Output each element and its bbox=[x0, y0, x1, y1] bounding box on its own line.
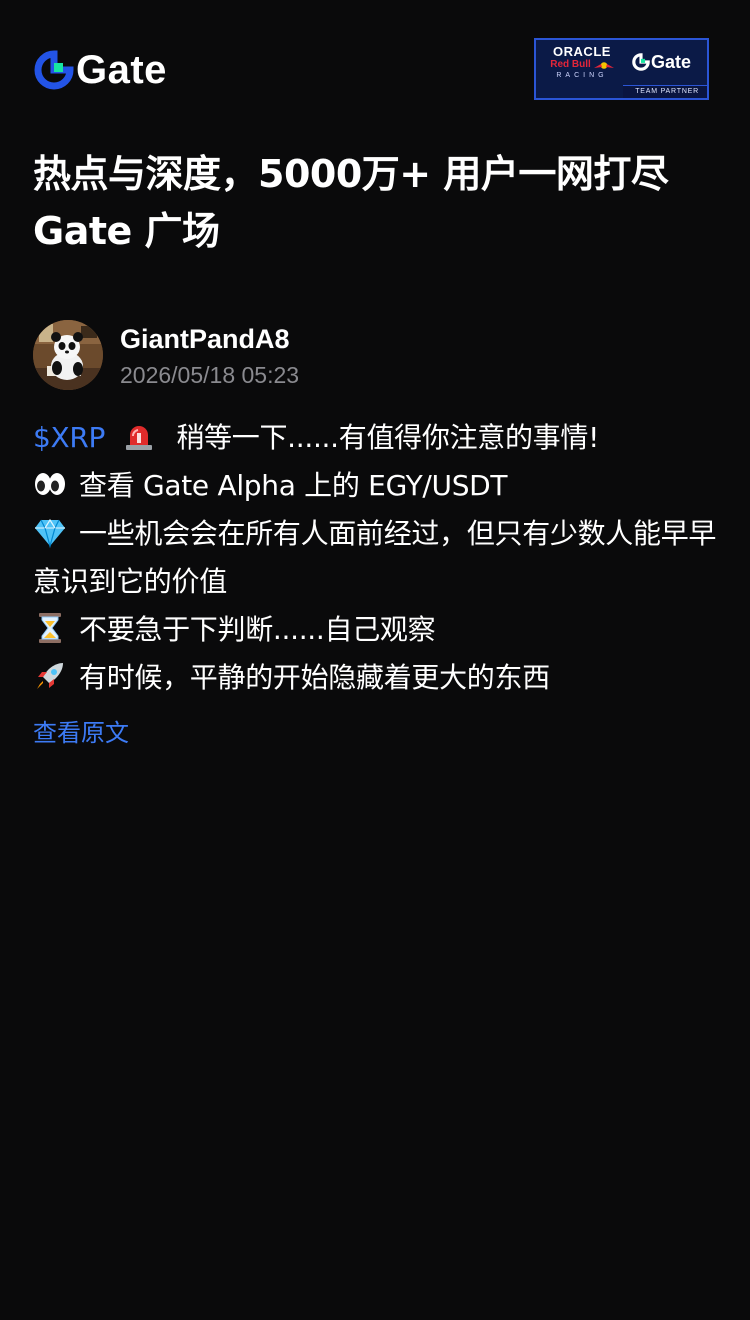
headline-line-2: Gate 广场 bbox=[33, 209, 220, 253]
racing-text: RACING bbox=[556, 72, 608, 79]
avatar[interactable] bbox=[33, 320, 103, 390]
post-line-3-text: 一些机会会在所有人面前经过，但只有少数人能早早意识到它的价值 bbox=[33, 517, 717, 598]
ticker-link[interactable]: $XRP bbox=[33, 421, 105, 454]
partner-badge: ORACLE Red Bull RACING Gate TEAM PARTNER bbox=[534, 38, 709, 100]
post-line-5: 有时候，平静的开始隐藏着更大的东西 bbox=[33, 654, 723, 702]
author-name[interactable]: GiantPandA8 bbox=[120, 322, 290, 356]
gate-logo[interactable]: Gate bbox=[34, 48, 167, 92]
team-partner-label: TEAM PARTNER bbox=[623, 85, 707, 98]
post-line-1: $XRP 稍等一下......有值得你注意的事情! bbox=[33, 414, 723, 462]
post-line-4-text: 不要急于下判断......自己观察 bbox=[79, 613, 436, 646]
brand-name: Gate bbox=[76, 48, 167, 92]
post-line-2-text: 查看 Gate Alpha 上的 EGY/USDT bbox=[79, 469, 508, 502]
gem-icon bbox=[35, 518, 65, 549]
panda-avatar-icon bbox=[33, 320, 103, 390]
header: Gate ORACLE Red Bull RACING Gate TEAM PA… bbox=[0, 0, 750, 120]
post-line-5-text: 有时候，平静的开始隐藏着更大的东西 bbox=[79, 661, 550, 694]
post-timestamp: 2026/05/18 05:23 bbox=[120, 362, 300, 388]
partner-gate-logo: Gate bbox=[632, 52, 691, 72]
oracle-redbull-racing-logo: ORACLE Red Bull RACING bbox=[544, 45, 620, 81]
eyes-icon bbox=[35, 473, 65, 495]
gate-logo-icon bbox=[34, 50, 74, 90]
redbull-text: Red Bull bbox=[550, 59, 591, 70]
rocket-icon bbox=[37, 663, 63, 689]
headline-line-1: 热点与深度，5000万+ 用户一网打尽 bbox=[33, 152, 669, 196]
partner-gate-text: Gate bbox=[651, 52, 692, 72]
redbull-row: Red Bull bbox=[544, 59, 620, 71]
author-row[interactable]: GiantPandA8 2026/05/18 05:23 bbox=[33, 320, 723, 392]
post-line-4: 不要急于下判断......自己观察 bbox=[33, 606, 723, 654]
post-line-1-text: 稍等一下......有值得你注意的事情! bbox=[176, 421, 599, 454]
siren-icon bbox=[125, 426, 152, 450]
post-line-2: 查看 Gate Alpha 上的 EGY/USDT bbox=[33, 462, 723, 510]
oracle-text: ORACLE bbox=[553, 44, 611, 59]
gate-logo-icon bbox=[632, 53, 650, 71]
view-original-link[interactable]: 查看原文 bbox=[33, 716, 129, 750]
post-body: $XRP 稍等一下......有值得你注意的事情! 查看 Gate Alpha … bbox=[33, 414, 723, 702]
redbull-bulls-icon bbox=[593, 61, 614, 69]
page-headline: 热点与深度，5000万+ 用户一网打尽 Gate 广场 bbox=[33, 146, 723, 260]
post-line-3: 一些机会会在所有人面前经过，但只有少数人能早早意识到它的价值 bbox=[33, 510, 723, 606]
hourglass-icon bbox=[39, 613, 61, 643]
